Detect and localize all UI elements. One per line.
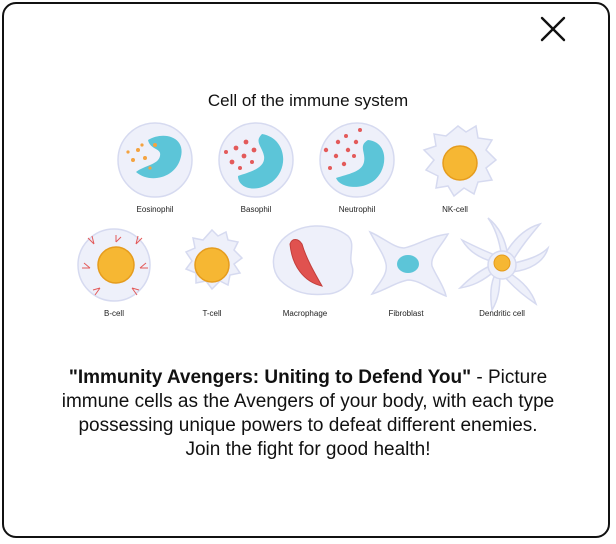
immune-cells-illustration: Cell of the immune system Eosinophil Bas… [77,91,550,318]
neutrophil-icon [319,122,395,198]
t-cell-icon [184,228,244,291]
cell-label-macrophage: Macrophage [283,309,328,318]
description-separator: - [471,367,488,388]
description-headline: "Immunity Avengers: Uniting to Defend Yo… [68,367,472,388]
dendritic-cell-icon [457,217,550,313]
cell-label-eosinophil: Eosinophil [137,205,174,214]
cell-label-nk-cell: NK-cell [442,205,468,214]
illustration-title: Cell of the immune system [208,91,408,110]
cell-label-fibroblast: Fibroblast [388,309,424,318]
cell-label-t-cell: T-cell [202,309,221,318]
cell-label-dendritic-cell: Dendritic cell [479,309,525,318]
cell-label-b-cell: B-cell [104,309,124,318]
nk-cell-icon [422,124,498,198]
cell-label-basophil: Basophil [241,205,272,214]
basophil-icon [218,122,294,198]
b-cell-icon [77,228,151,302]
description-text: "Immunity Avengers: Uniting to Defend Yo… [60,366,556,462]
eosinophil-icon [117,122,193,198]
fibroblast-icon [368,230,450,298]
macrophage-icon [272,225,354,296]
cell-label-neutrophil: Neutrophil [339,205,376,214]
